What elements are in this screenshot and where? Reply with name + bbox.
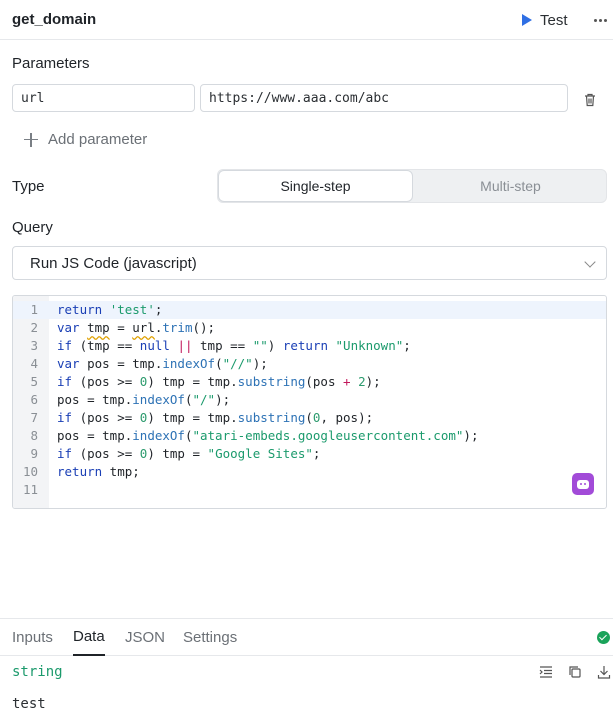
line-number: 3 xyxy=(30,338,38,353)
header-bar: get_domain Test xyxy=(0,0,613,40)
code-line: if (pos >= 0) tmp = tmp.substring(pos + … xyxy=(57,374,381,389)
test-button[interactable]: Test xyxy=(522,10,568,30)
tab-settings[interactable]: Settings xyxy=(183,619,237,656)
param-name-field[interactable]: url xyxy=(12,84,195,112)
line-number: 2 xyxy=(30,320,38,335)
code-line: pos = tmp.indexOf("/"); xyxy=(57,392,231,407)
success-check-icon xyxy=(597,631,610,644)
line-number: 10 xyxy=(22,464,38,479)
code-line: if (pos >= 0) tmp = "Google Sites"; xyxy=(57,446,321,461)
code-line: return tmp; xyxy=(57,464,140,479)
code-editor[interactable]: 1 2 3 4 5 6 7 8 9 10 11 return 'test'; v… xyxy=(12,295,607,509)
line-number: 8 xyxy=(30,428,38,443)
code-line: if (tmp == null || tmp == "") return "Un… xyxy=(57,338,411,353)
add-parameter-button[interactable]: Add parameter xyxy=(24,131,147,148)
line-number: 7 xyxy=(30,410,38,425)
line-number: 4 xyxy=(30,356,38,371)
parameters-heading: Parameters xyxy=(12,55,90,72)
code-line: if (pos >= 0) tmp = tmp.substring(0, pos… xyxy=(57,410,374,425)
query-heading: Query xyxy=(12,219,53,236)
code-line: pos = tmp.indexOf("atari-embeds.googleus… xyxy=(57,428,479,443)
output-tabs: Inputs Data JSON Settings xyxy=(0,618,613,656)
code-line: var tmp = url.trim(); xyxy=(57,320,216,335)
download-icon[interactable] xyxy=(596,664,612,680)
result-type-tag: string xyxy=(12,664,63,680)
line-number: 11 xyxy=(22,482,38,497)
plus-icon xyxy=(24,132,38,147)
more-horizontal-icon[interactable] xyxy=(590,10,610,30)
code-line: var pos = tmp.indexOf("//"); xyxy=(57,356,268,371)
type-option-multi-step[interactable]: Multi-step xyxy=(413,170,608,202)
result-value: test xyxy=(12,696,46,712)
type-heading: Type xyxy=(12,178,45,195)
param-value-field[interactable]: https://www.aaa.com/abc xyxy=(200,84,568,112)
tab-json[interactable]: JSON xyxy=(125,619,165,656)
add-parameter-label: Add parameter xyxy=(48,131,148,148)
type-option-single-step[interactable]: Single-step xyxy=(218,170,413,202)
play-icon xyxy=(522,14,532,26)
chevron-down-icon xyxy=(584,256,596,268)
test-button-label: Test xyxy=(540,11,568,29)
type-segmented-control: Single-step Multi-step xyxy=(217,169,607,203)
line-number: 9 xyxy=(30,446,38,461)
ai-assistant-icon[interactable] xyxy=(572,473,594,495)
copy-icon[interactable] xyxy=(567,664,583,680)
line-number: 1 xyxy=(30,302,38,317)
query-title[interactable]: get_domain xyxy=(12,11,96,28)
tab-data[interactable]: Data xyxy=(73,619,105,656)
line-number: 5 xyxy=(30,374,38,389)
query-type-select[interactable]: Run JS Code (javascript) xyxy=(12,246,607,280)
trash-icon[interactable] xyxy=(582,92,598,108)
line-number: 6 xyxy=(30,392,38,407)
tab-inputs[interactable]: Inputs xyxy=(12,619,53,656)
code-line: return 'test'; xyxy=(57,302,163,317)
query-type-value: Run JS Code (javascript) xyxy=(30,254,197,272)
format-indent-icon[interactable] xyxy=(538,664,554,680)
